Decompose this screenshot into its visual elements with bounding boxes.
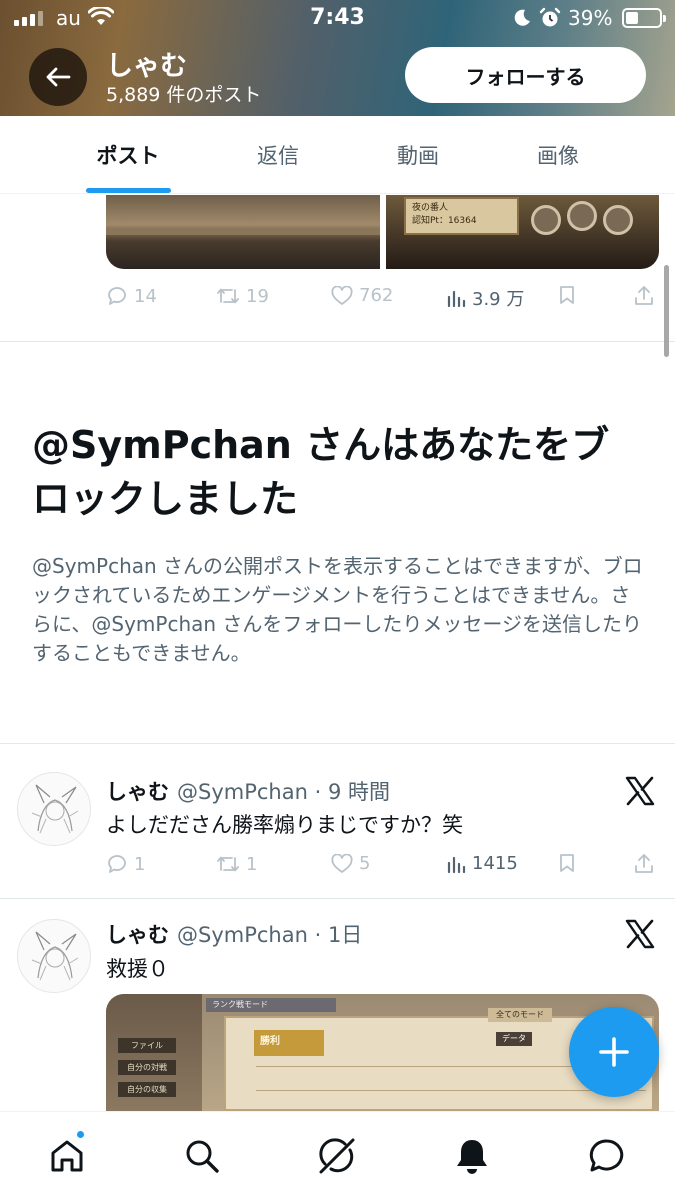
tab-videos[interactable]: 動画 [360,116,476,194]
heart-icon [331,285,353,305]
back-button[interactable] [29,48,87,106]
view-count: 1415 [472,853,518,874]
like-count: 762 [359,285,394,306]
media-emblems [531,199,641,237]
media-card-line: 夜の番人 [412,203,449,213]
tab-posts[interactable]: ポスト [70,116,186,194]
home-icon [51,1140,83,1172]
media-data-label: データ [496,1032,532,1046]
share-icon [635,854,653,873]
bookmark-button[interactable] [558,285,576,305]
heart-icon [331,853,353,873]
like-button[interactable]: 762 [331,285,393,306]
like-button[interactable]: 5 [331,853,370,874]
avatar[interactable] [17,919,91,993]
nav-home[interactable] [45,1134,89,1178]
repost-count: 1 [246,853,258,875]
reply-button[interactable]: 14 [106,285,157,307]
reply-count: 14 [134,285,157,307]
tweet-header: しゃむ @SymPchan · 1日 [106,919,362,949]
media-card: 夜の番人 認知Pt：16364 [404,197,519,235]
divider [0,341,675,342]
tweet-author-name[interactable]: しゃむ [106,776,169,806]
messages-icon [589,1139,624,1172]
repost-icon [217,856,239,872]
follow-button[interactable]: フォローする [405,47,646,103]
alarm-icon [539,7,561,33]
x-logo-icon [624,775,656,807]
compose-post-button[interactable] [569,1007,659,1097]
media-sidebar-button: ファイル [118,1038,176,1053]
media-sidebar-button: 自分の収集 [118,1082,176,1097]
like-count: 5 [359,853,371,874]
tweet-text[interactable]: よしだださん勝率煽りまじですか？笑 [106,809,463,839]
bookmark-icon [560,286,574,304]
views-chart-icon [447,856,466,873]
reply-button[interactable]: 1 [106,853,145,875]
views-button[interactable]: 3.9 万 [446,285,524,311]
notifications-bell-icon [457,1140,487,1174]
tab-replies[interactable]: 返信 [220,116,336,194]
post-count: 5,889 件のポスト [106,84,262,106]
nav-search[interactable] [180,1134,224,1178]
repost-icon [217,288,239,304]
media-sidebar-button: 自分の対戦 [118,1060,176,1075]
media-image-left [106,195,380,269]
views-button[interactable]: 1415 [446,853,518,874]
post-media[interactable]: 夜の番人 認知Pt：16364 [106,195,659,269]
reply-icon [108,855,126,873]
tab-images[interactable]: 画像 [500,116,616,194]
x-logo-icon [624,918,656,950]
media-mode-label: 全てのモード [488,1008,552,1022]
view-count: 3.9 万 [472,289,525,310]
search-icon [186,1140,219,1173]
reply-count: 1 [134,853,146,875]
battery-percent: 39% [568,6,613,30]
tweet-header: しゃむ @SymPchan · 9 時間 [106,776,390,806]
repost-count: 19 [246,285,269,307]
status-bar: au 7:43 39% [0,0,675,38]
home-notification-dot [76,1130,85,1139]
share-icon [635,286,653,305]
plus-icon [599,1037,629,1067]
bookmark-icon [560,854,574,872]
bottom-navigation [0,1111,675,1200]
media-sidebar: ファイル 自分の対戦 自分の収集 [106,994,202,1111]
divider [0,898,675,899]
media-result-label: 勝利 [254,1030,324,1056]
arrow-left-icon [46,67,71,87]
profile-header-banner: au 7:43 39% しゃむ 5,889 件のポスト フォローする [0,0,675,116]
tweet-author-name[interactable]: しゃむ [106,919,169,949]
tweet-text[interactable]: 救援０ [106,953,169,983]
media-image-right: 夜の番人 認知Pt：16364 [386,195,659,269]
share-button[interactable] [634,853,654,875]
views-chart-icon [447,290,466,308]
active-tab-indicator [86,188,171,193]
share-button[interactable] [634,285,654,307]
reply-icon [108,287,126,305]
profile-name: しゃむ [106,51,187,82]
media-row-line [256,1090,646,1091]
moon-icon [512,8,532,32]
nav-notifications[interactable] [450,1134,494,1178]
nav-grok[interactable] [315,1134,359,1178]
nav-messages[interactable] [585,1134,629,1178]
post-actions: 14 19 762 3.9 万 [106,285,654,315]
block-notice-title: @SymPchan さんはあなたをブロックしました [32,423,610,521]
media-card-line: 認知Pt：16364 [412,216,477,226]
scrollbar[interactable] [664,265,669,357]
block-notice-description: @SymPchan さんの公開ポストを表示することはできますが、ブロックされてい… [32,554,643,665]
repost-button[interactable]: 19 [216,285,269,307]
profile-tabs: ポスト 返信 動画 画像 [0,116,675,194]
media-tab-label: ランク戦モード [206,998,336,1012]
grok-icon [319,1138,355,1174]
tweet-handle-time[interactable]: @SymPchan · 9 時間 [177,776,390,806]
divider [0,743,675,744]
tweet-handle-time[interactable]: @SymPchan · 1日 [177,919,362,949]
bookmark-button[interactable] [558,853,576,873]
tweet-actions: 1 1 5 1415 [106,853,654,883]
avatar[interactable] [17,772,91,846]
battery-icon [622,8,666,28]
repost-button[interactable]: 1 [216,853,257,875]
